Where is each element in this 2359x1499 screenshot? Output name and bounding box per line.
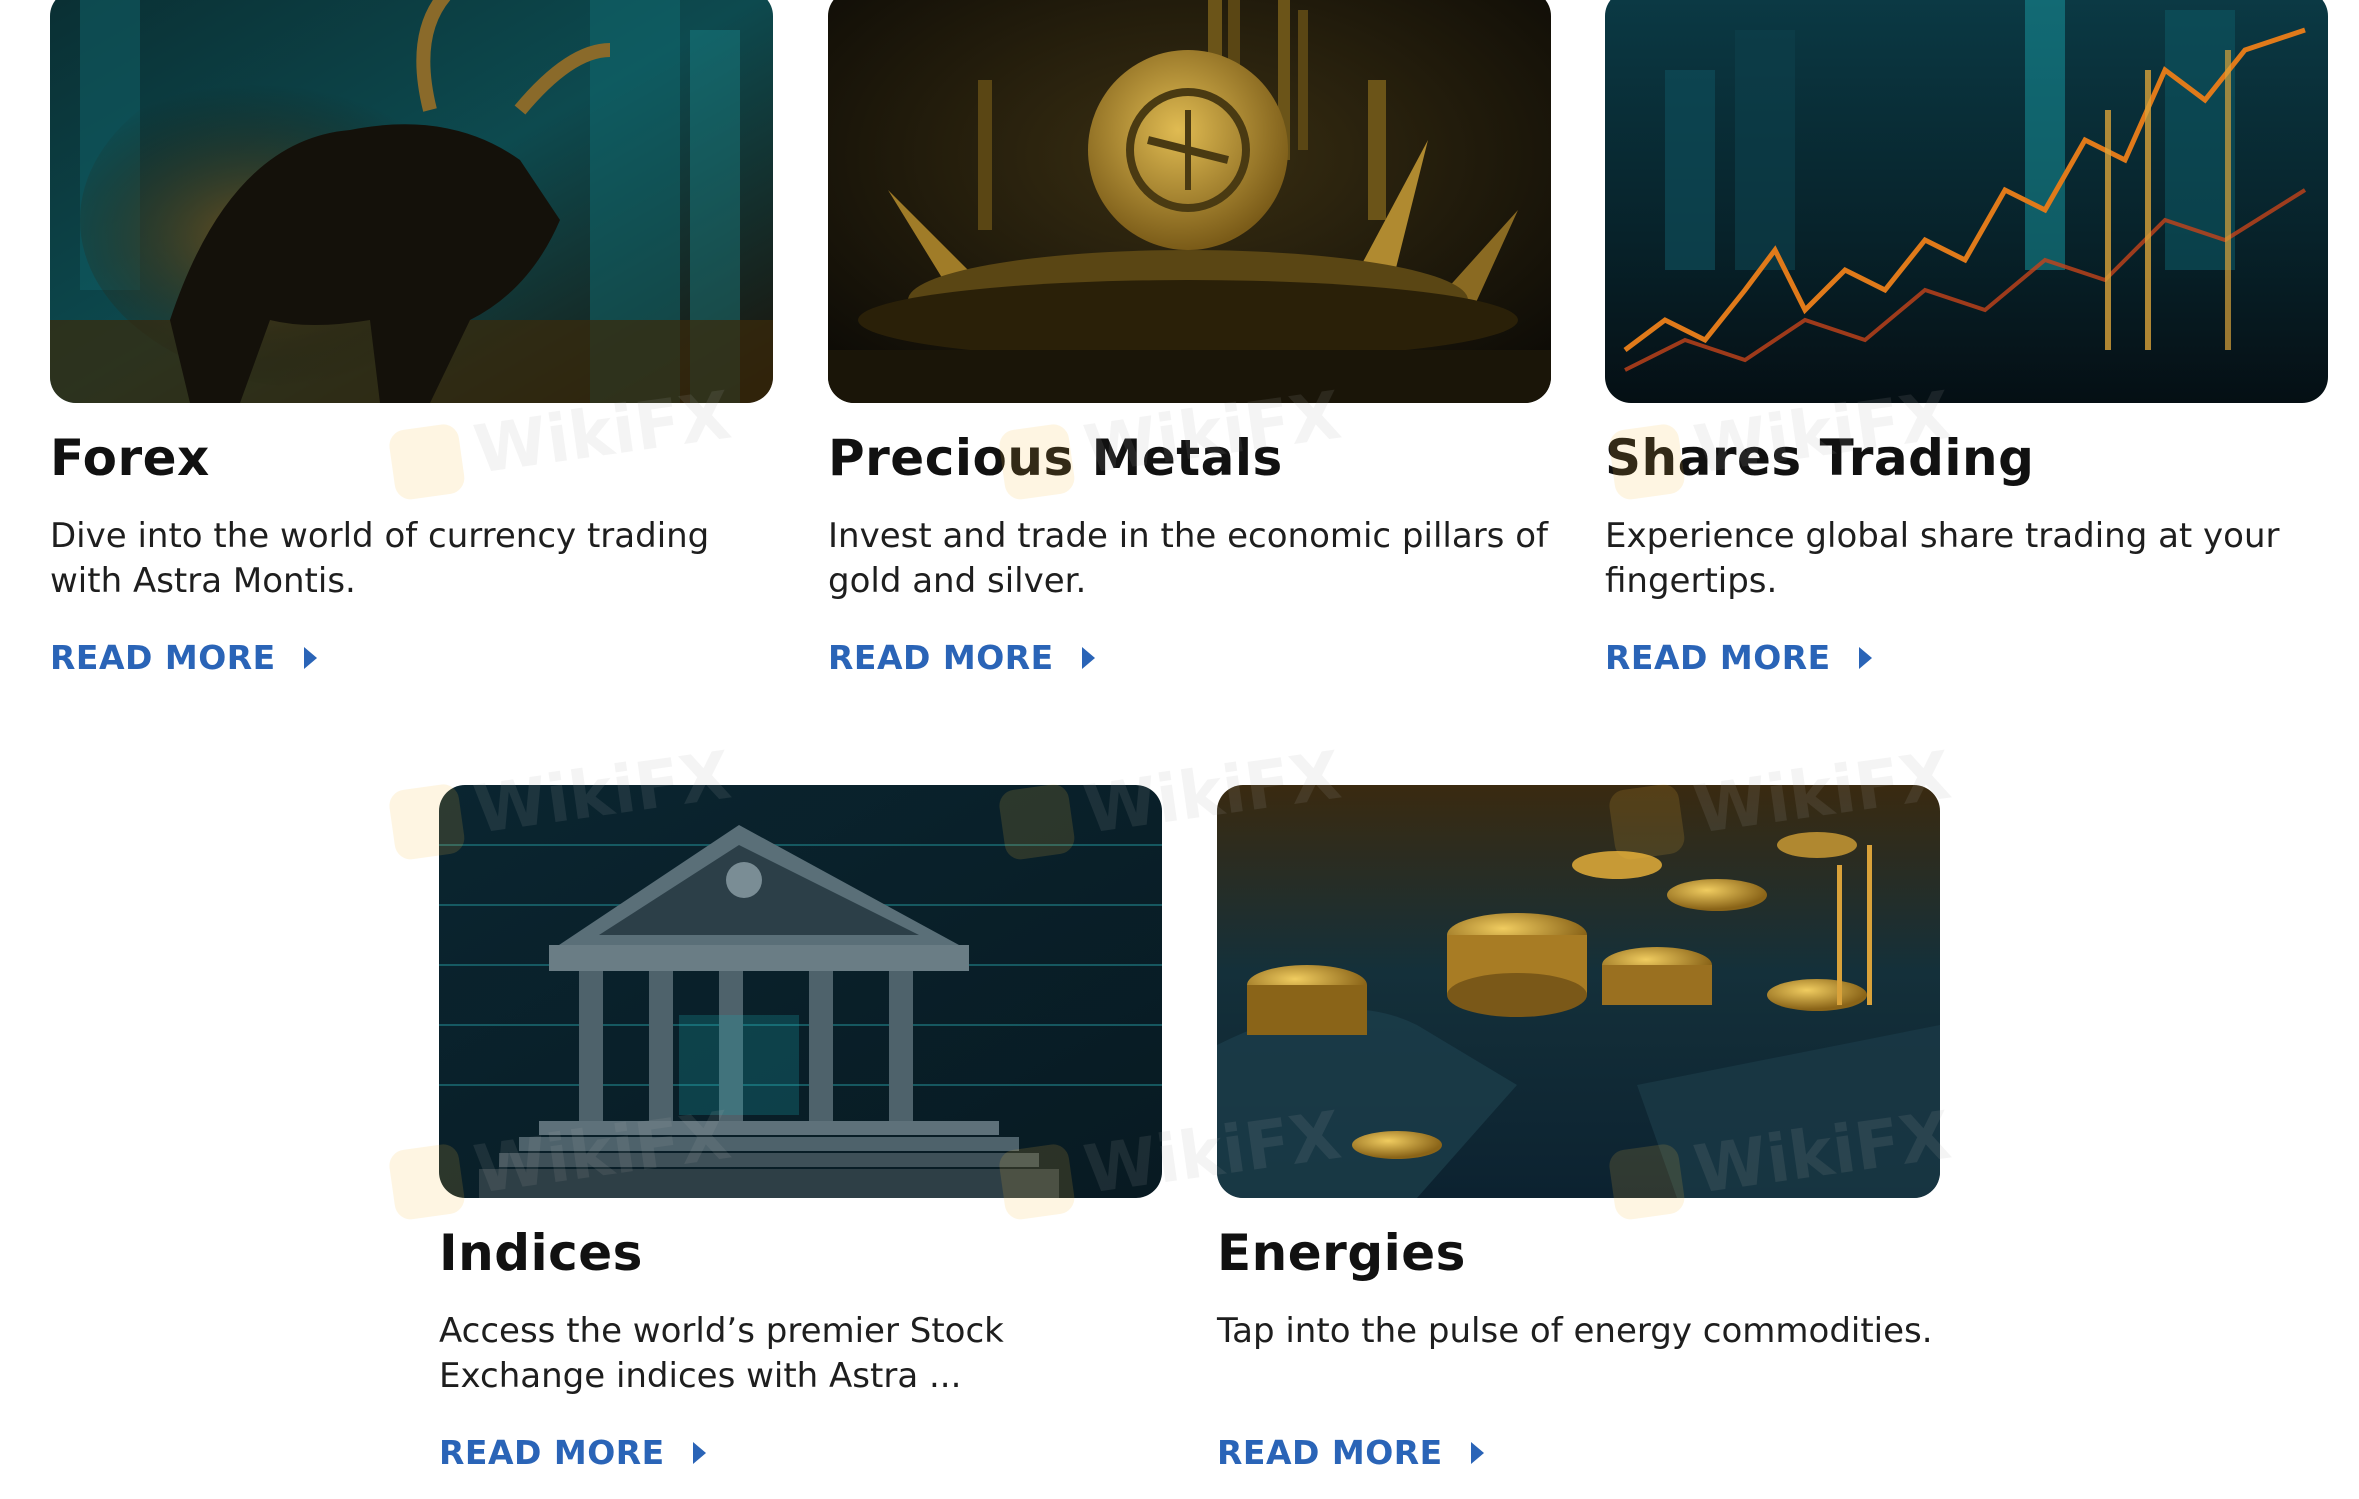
read-more-link[interactable]: READ MORE bbox=[439, 1429, 706, 1477]
card-description: Invest and trade in the economic pillars… bbox=[828, 516, 1548, 601]
card-description: Access the world’s premier Stock Exchang… bbox=[439, 1311, 1004, 1396]
read-more-label: READ MORE bbox=[50, 638, 276, 677]
card-energies: Energies Tap into the pulse of energy co… bbox=[1217, 785, 1940, 1472]
read-more-link[interactable]: READ MORE bbox=[828, 634, 1095, 682]
caret-right-icon bbox=[692, 1442, 706, 1464]
shares-trading-image[interactable] bbox=[1605, 0, 2328, 403]
caret-right-icon bbox=[303, 647, 317, 669]
card-title: Indices bbox=[439, 1224, 643, 1282]
precious-metals-image[interactable] bbox=[828, 0, 1551, 403]
card-title: Precious Metals bbox=[828, 429, 1283, 487]
card-title: Energies bbox=[1217, 1224, 1466, 1282]
card-description: Dive into the world of currency trading … bbox=[50, 516, 710, 601]
watermark-logo-icon bbox=[387, 422, 467, 502]
caret-right-icon bbox=[1081, 647, 1095, 669]
read-more-label: READ MORE bbox=[828, 638, 1054, 677]
caret-right-icon bbox=[1470, 1442, 1484, 1464]
indices-image[interactable] bbox=[439, 785, 1162, 1198]
read-more-label: READ MORE bbox=[439, 1433, 665, 1472]
card-indices: Indices Access the world’s premier Stock… bbox=[439, 785, 1162, 1472]
caret-right-icon bbox=[1858, 647, 1872, 669]
card-title: Forex bbox=[50, 429, 210, 487]
read-more-label: READ MORE bbox=[1217, 1433, 1443, 1472]
read-more-link[interactable]: READ MORE bbox=[50, 634, 317, 682]
read-more-link[interactable]: READ MORE bbox=[1217, 1429, 1484, 1477]
card-description: Experience global share trading at your … bbox=[1605, 516, 2280, 601]
card-forex: Forex Dive into the world of currency tr… bbox=[50, 0, 773, 677]
read-more-link[interactable]: READ MORE bbox=[1605, 634, 1872, 682]
product-grid-page: Forex Dive into the world of currency tr… bbox=[0, 0, 2359, 1499]
energies-image[interactable] bbox=[1217, 785, 1940, 1198]
read-more-label: READ MORE bbox=[1605, 638, 1831, 677]
forex-image[interactable] bbox=[50, 0, 773, 403]
card-shares-trading: Shares Trading Experience global share t… bbox=[1605, 0, 2328, 677]
card-description: Tap into the pulse of energy commodities… bbox=[1217, 1311, 1933, 1351]
card-title: Shares Trading bbox=[1605, 429, 2035, 487]
card-precious-metals: Precious Metals Invest and trade in the … bbox=[828, 0, 1551, 677]
